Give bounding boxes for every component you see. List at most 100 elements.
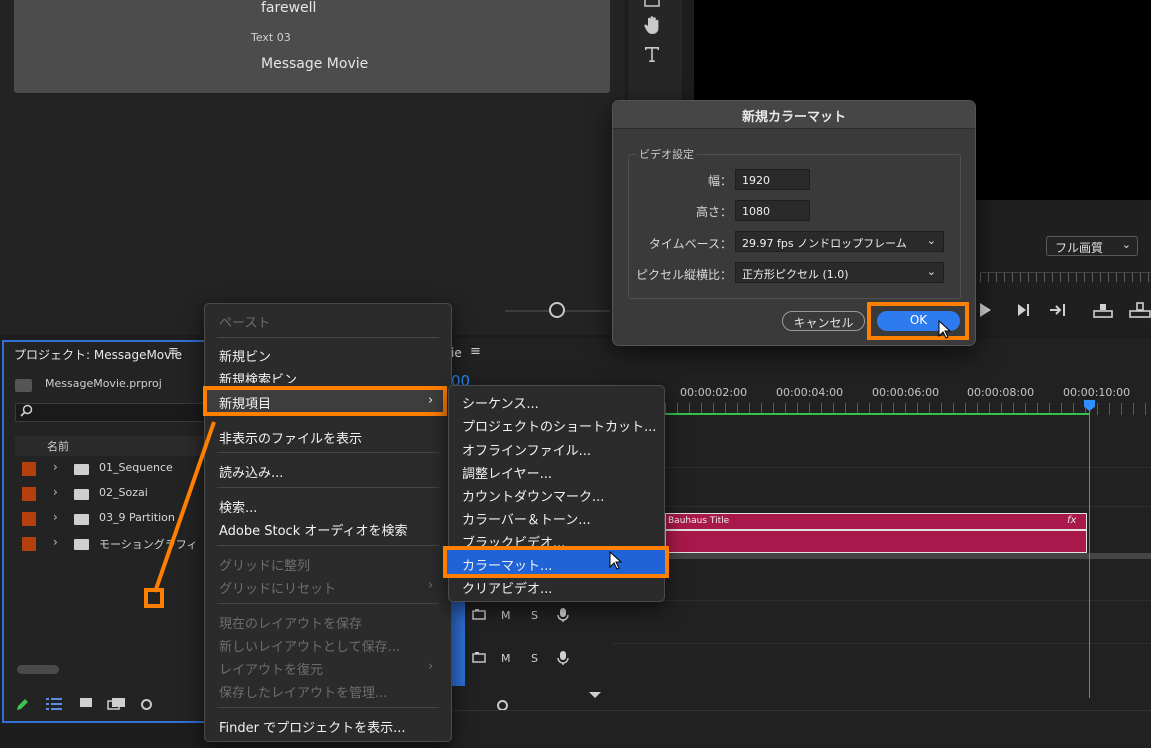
text-farewell[interactable]: farewell [261, 0, 316, 16]
menu-separator [217, 707, 439, 708]
column-header-name[interactable]: 名前 [47, 438, 69, 454]
menu-item-reset-grid: グリッドにリセット [219, 582, 337, 597]
playhead[interactable] [1089, 404, 1090, 698]
submenu-item-adjustment-layer[interactable]: 調整レイヤー... [462, 463, 552, 482]
submenu-item-bars-tone[interactable]: カラーバー＆トーン... [462, 509, 591, 528]
solo-button[interactable]: S [531, 609, 538, 622]
play-icon[interactable] [978, 302, 992, 322]
folder-icon [74, 514, 89, 525]
zoom-slider-knob[interactable] [549, 302, 565, 318]
work-area-bar[interactable] [665, 413, 1090, 415]
bin-row[interactable]: › 03_9 Partition [15, 507, 205, 531]
pixel-aspect-value: 正方形ピクセル (1.0) [742, 268, 849, 281]
mute-button[interactable]: M [501, 652, 511, 665]
list-view-icon[interactable] [46, 697, 62, 715]
track-target-strip[interactable] [450, 600, 465, 686]
search-icon [20, 404, 33, 421]
label-color-swatch[interactable] [22, 462, 36, 476]
step-forward-icon[interactable] [1015, 302, 1031, 322]
submenu-item-color-matte[interactable]: カラーマット... [462, 555, 552, 574]
pixel-aspect-select[interactable]: 正方形ピクセル (1.0) ⌄ [735, 262, 944, 283]
bin-name: モーショングラフィ [99, 538, 198, 551]
thumbnail-zoom-slider[interactable] [141, 699, 152, 710]
camera-icon[interactable] [472, 608, 486, 623]
project-search-input[interactable] [15, 403, 205, 422]
column-header-row [15, 436, 205, 456]
camera-icon[interactable] [472, 651, 486, 666]
clip-body[interactable] [665, 530, 1087, 553]
width-field[interactable]: 1920 [735, 169, 810, 190]
monitor-time-ruler[interactable] [980, 272, 1151, 282]
menu-item-import[interactable]: 読み込み... [219, 462, 283, 481]
bin-row[interactable]: › 01_Sequence [15, 457, 205, 481]
menu-item-new-item[interactable]: 新規項目 [219, 393, 271, 412]
horizontal-scrollbar[interactable] [17, 665, 59, 674]
submenu-item-project-shortcut[interactable]: プロジェクトのショートカット... [462, 416, 656, 435]
folder-icon [74, 539, 89, 550]
time-ruler-label: 00:00:10:00 [1063, 386, 1131, 399]
pencil-icon[interactable] [15, 697, 30, 716]
label-color-swatch[interactable] [22, 487, 36, 501]
track-height-icon[interactable] [589, 690, 601, 703]
chevron-right-icon[interactable]: › [53, 535, 58, 549]
freeform-view-icon[interactable] [107, 697, 127, 715]
menu-separator [217, 487, 439, 488]
menu-item-reveal-finder[interactable]: Finder でプロジェクトを表示... [219, 717, 406, 736]
track-divider [612, 506, 1151, 507]
microphone-icon[interactable] [557, 650, 569, 669]
hand-icon[interactable] [640, 13, 664, 37]
icon-view-icon[interactable] [79, 697, 93, 713]
menu-item-show-hidden[interactable]: 非表示のファイルを表示 [219, 428, 362, 447]
bin-row[interactable]: › モーショングラフィ [15, 532, 205, 556]
dialog-title: 新規カラーマット [741, 110, 846, 125]
timeline-tab[interactable]: ie [451, 346, 462, 360]
menu-item-manage-layouts: 保存したレイアウトを管理... [219, 686, 388, 701]
text-message-movie[interactable]: Message Movie [261, 56, 368, 72]
playback-quality-select[interactable]: フル画質 ⌄ [1046, 236, 1138, 256]
chevron-right-icon[interactable]: › [53, 460, 58, 474]
mute-button[interactable]: M [501, 609, 511, 622]
chevron-down-icon: ⌄ [926, 265, 936, 278]
rectangle-tool-icon[interactable] [640, 0, 664, 8]
menu-separator [217, 545, 439, 546]
bin-row[interactable]: › 02_Sozai [15, 482, 205, 506]
project-panel-title[interactable]: プロジェクト: MessageMovie [14, 346, 182, 363]
cancel-button[interactable]: キャンセル [782, 311, 865, 331]
time-ruler-label: 00:00:08:00 [967, 386, 1035, 399]
track-divider [612, 600, 1151, 601]
type-icon[interactable] [640, 42, 664, 66]
submenu-item-clear-video[interactable]: クリアビデオ... [462, 578, 552, 597]
project-file-icon [15, 379, 32, 392]
submenu-item-countdown[interactable]: カウントダウンマーク... [462, 486, 604, 505]
solo-button[interactable]: S [531, 652, 538, 665]
panel-menu-icon[interactable]: ≡ [168, 344, 179, 359]
microphone-icon[interactable] [557, 607, 569, 626]
fx-badge[interactable]: fx [1067, 515, 1076, 526]
height-label: 高さ： [695, 205, 732, 219]
label-color-swatch[interactable] [22, 537, 36, 551]
chevron-right-icon[interactable]: › [53, 510, 58, 524]
menu-item-find[interactable]: 検索... [219, 497, 257, 516]
bin-name: 02_Sozai [99, 486, 148, 499]
menu-item-new-search-bin[interactable]: 新規検索ビン [219, 369, 297, 383]
menu-item-adobe-stock[interactable]: Adobe Stock オーディオを検索 [219, 520, 407, 539]
timebase-select[interactable]: 29.97 fps ノンドロップフレーム ⌄ [735, 231, 944, 252]
label-color-swatch[interactable] [22, 512, 36, 526]
chevron-right-icon[interactable]: › [53, 485, 58, 499]
panel-menu-icon[interactable]: ≡ [470, 344, 481, 359]
submenu-item-sequence[interactable]: シーケンス... [462, 393, 539, 412]
text-layer-label: Text 03 [251, 31, 291, 44]
extract-icon[interactable] [1129, 302, 1151, 322]
folder-icon [74, 464, 89, 475]
chevron-right-icon: › [428, 578, 434, 593]
project-file-name: MessageMovie.prproj [45, 377, 162, 390]
go-to-out-icon[interactable] [1049, 302, 1067, 322]
timebase-value: 29.97 fps ノンドロップフレーム [742, 237, 907, 250]
height-field[interactable]: 1080 [735, 200, 810, 221]
width-label: 幅： [707, 174, 732, 188]
timeline-scrollbar[interactable] [450, 710, 1151, 711]
clip-bauhaus-title[interactable]: Bauhaus Title [665, 513, 1087, 530]
menu-item-new-bin[interactable]: 新規ビン [219, 346, 271, 365]
lift-icon[interactable] [1093, 302, 1113, 322]
submenu-item-offline-file[interactable]: オフラインファイル... [462, 440, 591, 459]
